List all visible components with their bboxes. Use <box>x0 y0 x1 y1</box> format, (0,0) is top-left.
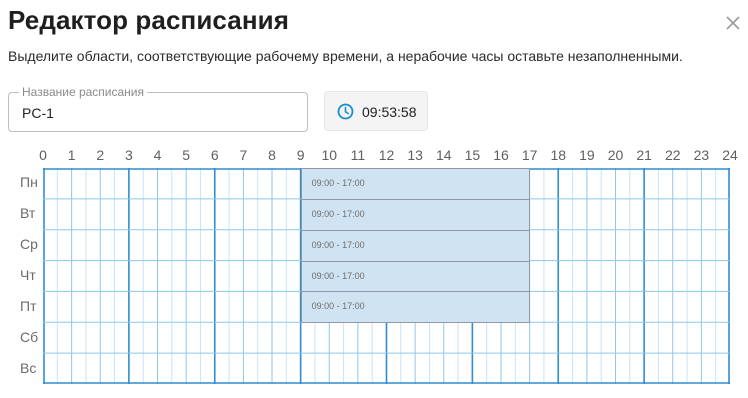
hour-label: 24 <box>722 147 738 163</box>
work-time-block-label: 09:00 - 17:00 <box>311 208 365 219</box>
hour-label: 15 <box>464 147 481 163</box>
work-time-block-label: 09:00 - 17:00 <box>311 301 365 312</box>
work-time-block[interactable]: 09:00 - 17:00 <box>300 198 530 231</box>
hour-label: 14 <box>435 147 452 163</box>
dialog-instructions: Выделите области, соответствующие рабоче… <box>8 48 683 64</box>
hour-label: 23 <box>693 147 710 163</box>
clock-icon <box>337 103 354 120</box>
hour-label: 21 <box>636 147 652 163</box>
hour-label: 8 <box>268 147 276 163</box>
day-label: Пн <box>20 174 38 191</box>
hour-label: 9 <box>296 147 305 163</box>
hour-label: 10 <box>321 147 338 163</box>
work-time-block[interactable]: 09:00 - 17:00 <box>300 168 530 200</box>
current-time-display: 09:53:58 <box>324 91 428 131</box>
hour-label: 2 <box>96 147 105 163</box>
hour-label: 4 <box>153 147 162 163</box>
hour-label: 11 <box>350 147 366 163</box>
hour-label: 13 <box>407 147 423 163</box>
day-label: Пт <box>20 297 37 314</box>
hour-label: 0 <box>39 147 47 163</box>
hour-label: 7 <box>239 147 248 163</box>
hour-label: 16 <box>493 147 509 163</box>
hour-label: 12 <box>378 147 395 163</box>
hour-label: 20 <box>607 147 624 163</box>
day-label: Ср <box>20 236 38 253</box>
day-label: Чт <box>20 267 36 283</box>
hour-label: 18 <box>550 147 567 163</box>
schedule-name-input[interactable]: PC-1 <box>22 105 54 121</box>
day-label: Вт <box>20 205 36 222</box>
current-time: 09:53:58 <box>362 104 417 120</box>
day-label: Сб <box>20 328 39 345</box>
schedule-grid[interactable]: 09:00 - 17:00 09:00 - 17:00 09:00 - 17:00 0… <box>43 168 730 384</box>
hour-label: 5 <box>182 147 191 163</box>
hour-label: 22 <box>664 147 681 163</box>
schedule-name-label: Название расписания <box>19 85 148 99</box>
work-time-block[interactable]: 09:00 - 17:00 <box>300 260 530 293</box>
work-time-block-label: 09:00 - 17:00 <box>311 270 365 281</box>
schedule-name-field[interactable]: Название расписания PC-1 <box>8 85 308 132</box>
work-time-block-label: 09:00 - 17:00 <box>311 239 365 250</box>
hour-label: 17 <box>521 147 538 163</box>
work-time-block-label: 09:00 - 17:00 <box>311 178 365 188</box>
hour-label: 6 <box>210 147 219 163</box>
hour-label: 19 <box>579 147 595 163</box>
schedule-editor-dialog: Редактор расписания Выделите области, со… <box>0 0 748 398</box>
dialog-title: Редактор расписания <box>8 5 289 35</box>
close-button[interactable] <box>722 12 744 34</box>
close-icon <box>726 16 740 30</box>
work-time-block[interactable]: 09:00 - 17:00 <box>300 229 530 262</box>
hour-label: 1 <box>67 147 76 163</box>
work-time-block[interactable]: 09:00 - 17:00 <box>300 291 530 324</box>
day-label: Вс <box>20 359 37 376</box>
hour-label: 3 <box>124 147 133 163</box>
